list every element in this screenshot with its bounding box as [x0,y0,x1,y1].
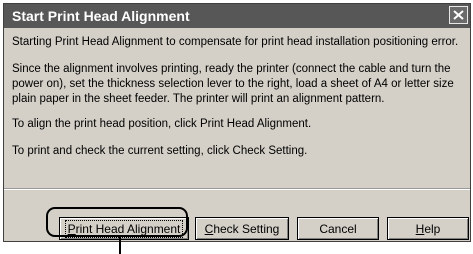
print-head-alignment-button[interactable]: Print Head Alignment [59,217,189,240]
close-button[interactable] [449,6,468,24]
help-button[interactable]: Help [387,217,469,240]
dialog-title: Start Print Head Alignment [12,8,190,24]
close-icon [453,10,464,20]
help-label: Help [415,221,441,236]
instructions-text: Since the alignment involves printing, r… [12,63,454,105]
title-bar[interactable]: Start Print Head Alignment [4,4,470,28]
intro-text: Starting Print Head Alignment to compens… [12,36,459,48]
start-print-head-alignment-dialog: Start Print Head Alignment Starting Prin… [3,3,471,242]
print-head-alignment-label: Print Head Alignment [64,219,184,238]
cancel-label: Cancel [319,221,357,236]
check-setting-button[interactable]: Check Setting [195,217,289,240]
separator [4,188,470,190]
check-hint-text: To print and check the current setting, … [12,145,308,157]
callout-pointer-line [119,237,121,254]
cancel-button[interactable]: Cancel [297,217,379,240]
check-setting-label: Check Setting [204,221,280,236]
align-hint-text: To align the print head position, click … [12,118,312,130]
